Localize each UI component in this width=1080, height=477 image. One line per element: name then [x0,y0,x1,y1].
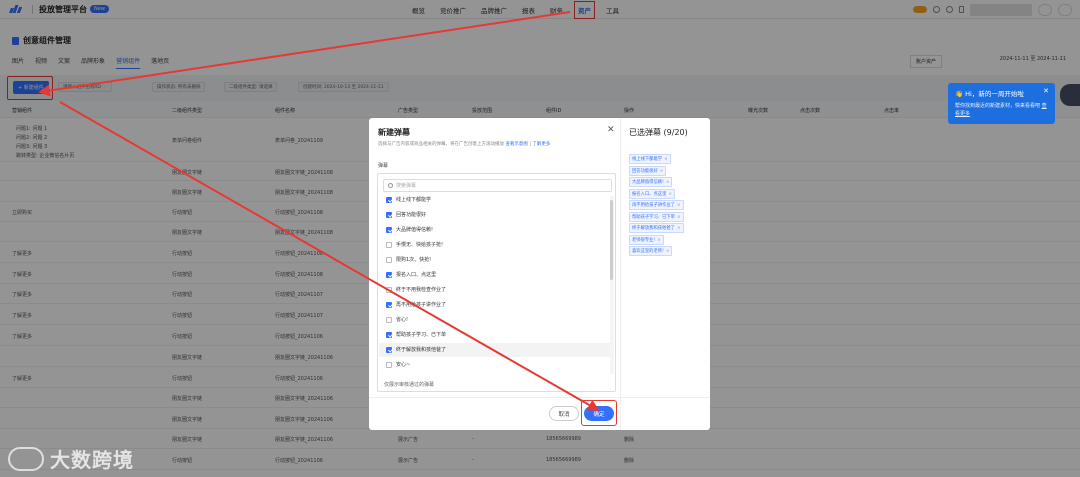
watermark-logo-icon [8,446,44,471]
arrow-to-confirm [59,101,600,411]
arrow-to-create [38,11,571,97]
watermark: 大数跨境 [8,444,134,473]
annotation-arrows [38,11,600,411]
